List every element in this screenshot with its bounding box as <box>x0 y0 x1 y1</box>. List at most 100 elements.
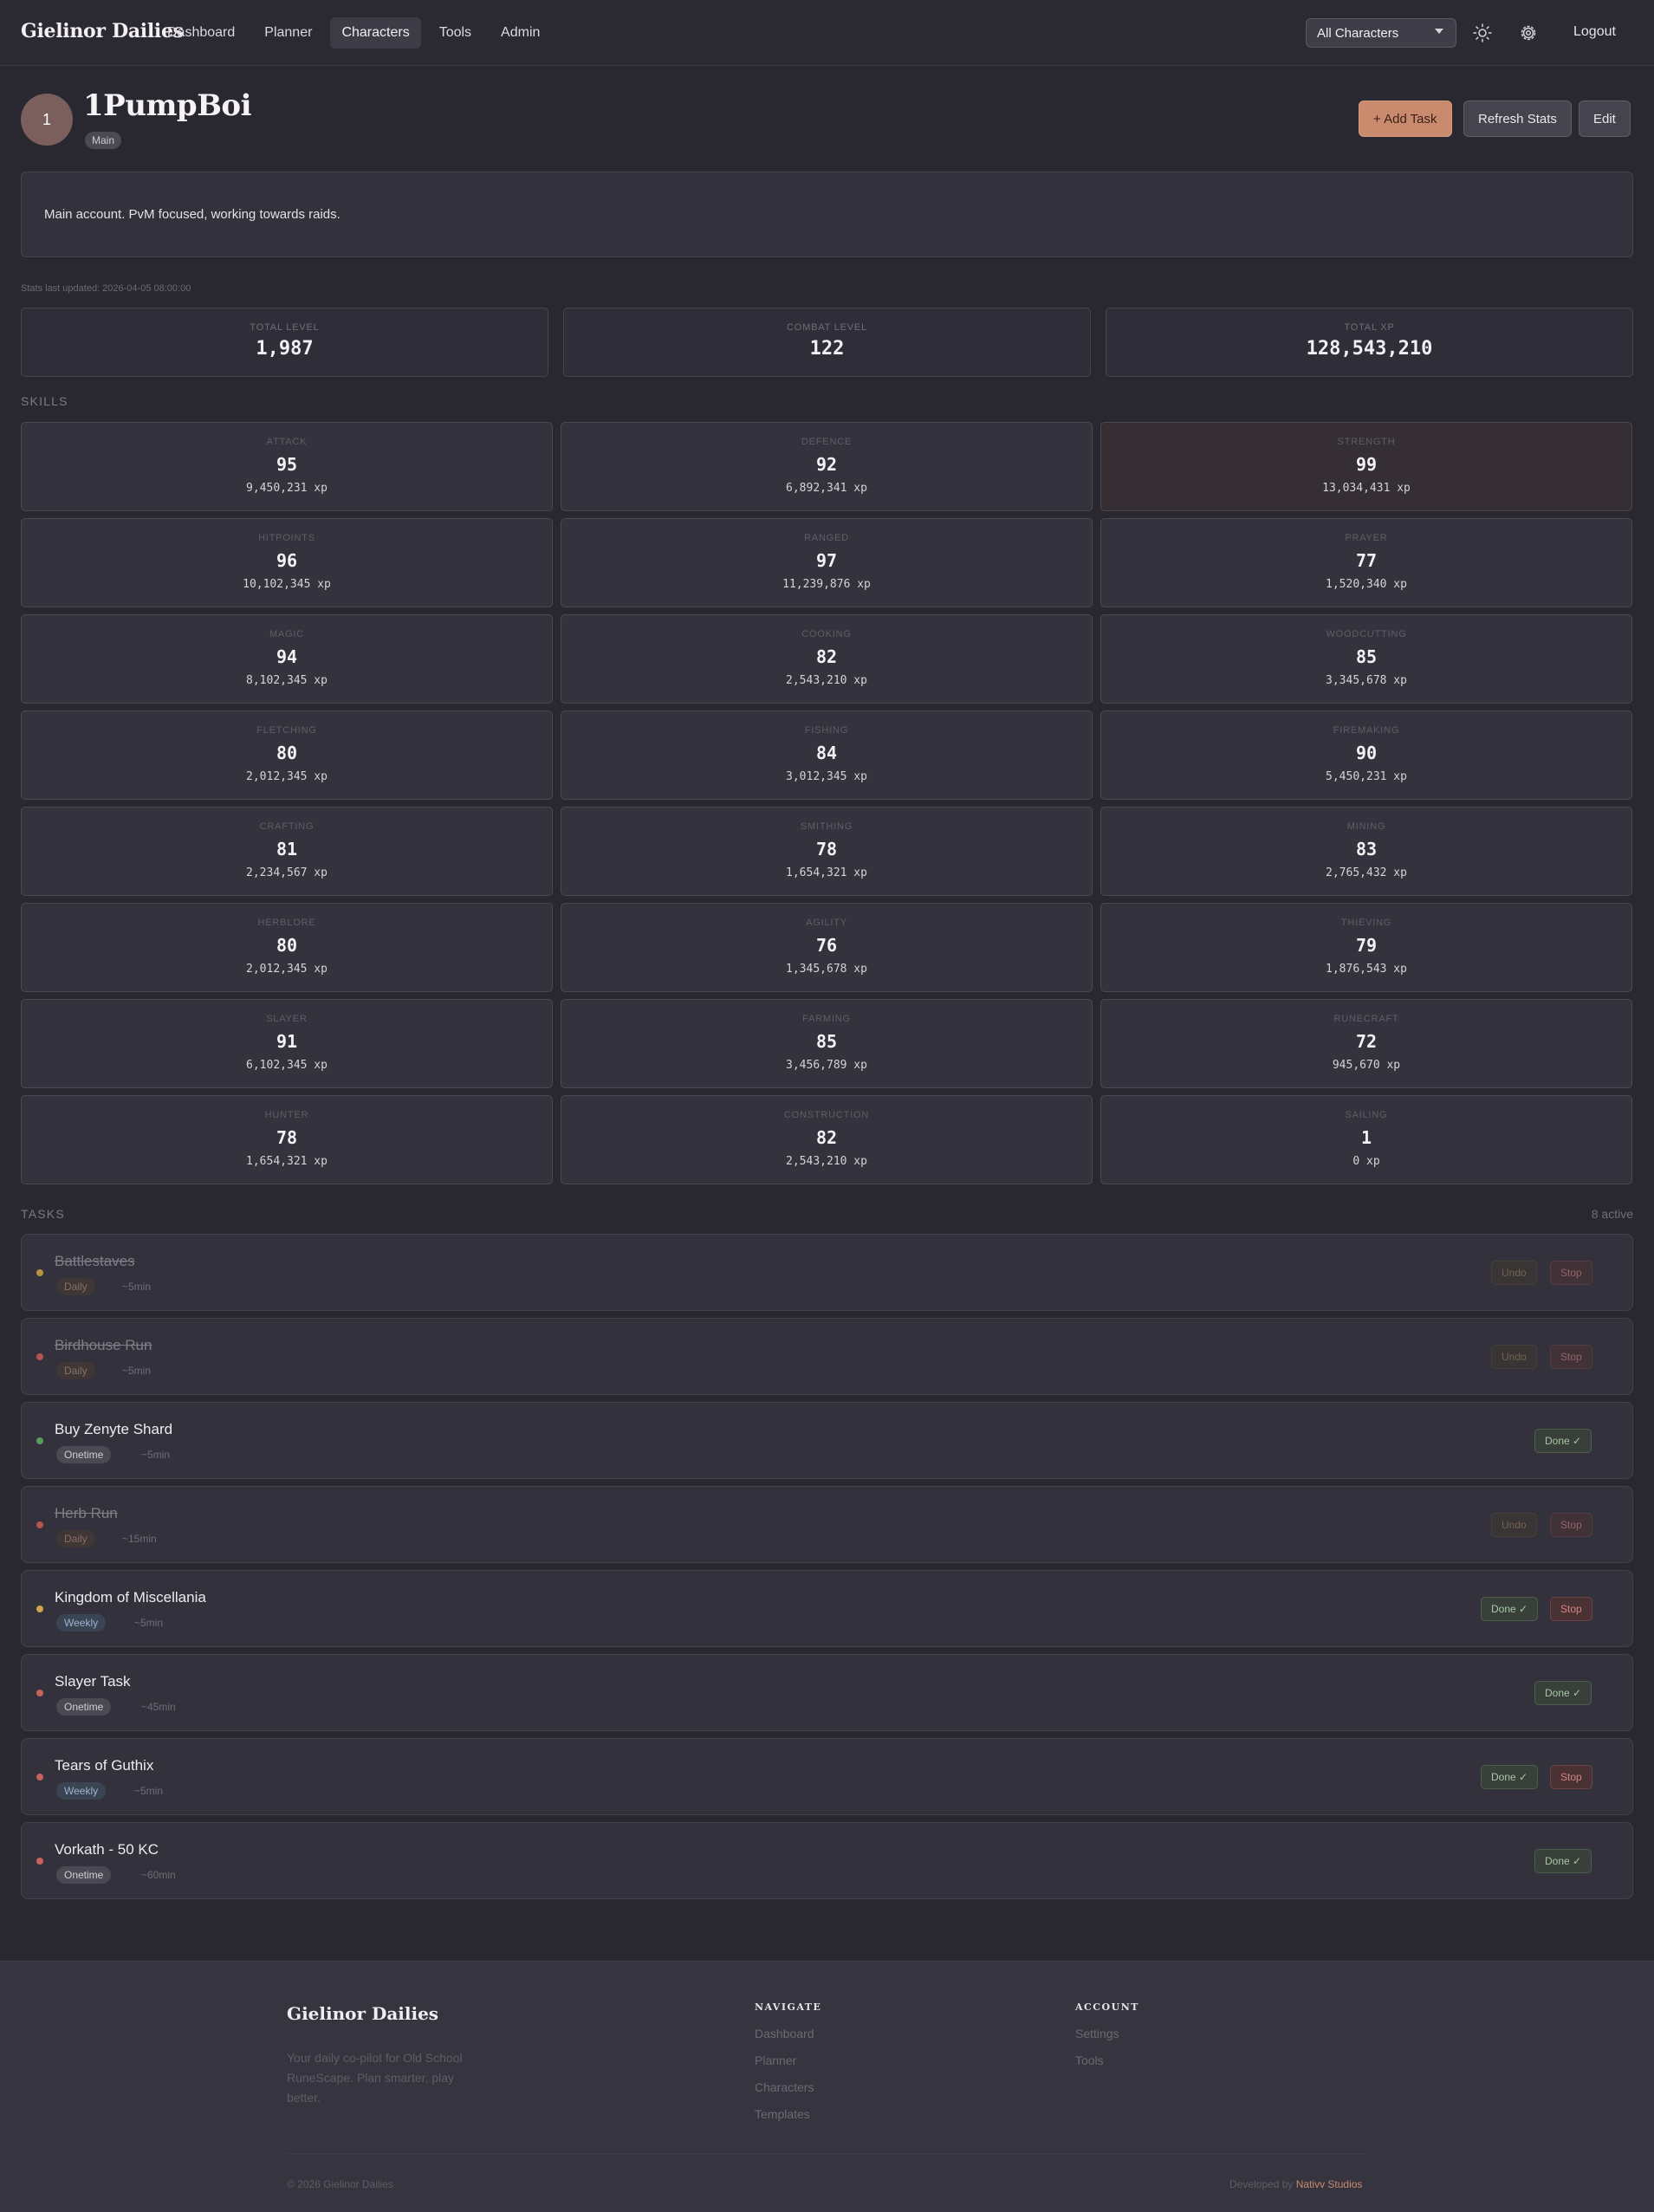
skill-name: HUNTER <box>264 1110 309 1120</box>
task-title[interactable]: Herb Run <box>55 1505 118 1522</box>
stop-button[interactable]: Stop <box>1550 1345 1592 1369</box>
nav-link-dashboard[interactable]: Dashboard <box>156 17 246 49</box>
footer-navigate-title: NAVIGATE <box>755 2001 822 2013</box>
undo-button[interactable]: Undo <box>1491 1261 1537 1285</box>
task-title[interactable]: Slayer Task <box>55 1673 131 1690</box>
character-type-badge: Main <box>85 132 122 149</box>
footer-link-tools[interactable]: Tools <box>1075 2053 1139 2067</box>
skill-card-thieving: THIEVING 79 1,876,543 xp <box>1100 903 1632 992</box>
footer-navigate-column: NAVIGATE Dashboard Planner Characters Te… <box>755 2001 821 2134</box>
stop-button[interactable]: Stop <box>1550 1513 1592 1537</box>
skill-level: 1 <box>1360 1127 1372 1148</box>
nav-link-planner[interactable]: Planner <box>253 17 323 49</box>
undo-button[interactable]: Undo <box>1491 1513 1537 1537</box>
notes-text: Main account. PvM focused, working towar… <box>44 207 341 222</box>
edit-button[interactable]: Edit <box>1579 101 1631 137</box>
task-estimate: ~5min <box>134 1785 164 1797</box>
skill-level: 77 <box>1355 550 1378 571</box>
skill-level: 78 <box>276 1127 298 1148</box>
skill-xp: 13,034,431 xp <box>1322 482 1411 495</box>
theme-toggle-sun-icon[interactable] <box>1470 21 1495 45</box>
stop-button[interactable]: Stop <box>1550 1261 1592 1285</box>
summary-total-level: TOTAL LEVEL 1,987 <box>21 308 548 377</box>
skill-xp: 1,345,678 xp <box>786 963 867 976</box>
done-button[interactable]: Done ✓ <box>1534 1681 1592 1705</box>
add-task-button[interactable]: + Add Task <box>1359 101 1452 137</box>
skill-card-smithing: SMITHING 78 1,654,321 xp <box>561 807 1093 896</box>
task-title[interactable]: Tears of Guthix <box>55 1757 153 1774</box>
skill-card-defence: DEFENCE 92 6,892,341 xp <box>561 422 1093 511</box>
task-row: Buy Zenyte Shard Onetime ~5min Done ✓ <box>21 1402 1633 1479</box>
skill-level: 91 <box>276 1031 298 1052</box>
footer-developer-link[interactable]: Nativv Studios <box>1296 2178 1363 2190</box>
done-button[interactable]: Done ✓ <box>1481 1765 1539 1789</box>
task-frequency-badge: Weekly <box>56 1614 107 1631</box>
nav-link-characters[interactable]: Characters <box>330 17 421 49</box>
footer-account-column: ACCOUNT Settings Tools <box>1075 2001 1139 2080</box>
task-title[interactable]: Vorkath - 50 KC <box>55 1841 159 1858</box>
task-estimate: ~60min <box>141 1869 176 1881</box>
done-button[interactable]: Done ✓ <box>1481 1597 1539 1621</box>
skill-name: DEFENCE <box>801 437 853 447</box>
footer-link-templates[interactable]: Templates <box>755 2107 821 2121</box>
settings-gear-icon[interactable] <box>1516 21 1540 45</box>
footer-link-planner[interactable]: Planner <box>755 2053 821 2067</box>
task-title[interactable]: Buy Zenyte Shard <box>55 1421 172 1438</box>
skill-xp: 3,345,678 xp <box>1326 674 1407 687</box>
task-status-dot <box>36 1353 43 1360</box>
skill-card-slayer: SLAYER 91 6,102,345 xp <box>21 999 553 1088</box>
footer-copyright: © 2026 Gielinor Dailies <box>287 2178 393 2190</box>
skill-level: 90 <box>1355 743 1378 763</box>
task-title[interactable]: Kingdom of Miscellania <box>55 1589 206 1606</box>
footer-link-characters[interactable]: Characters <box>755 2080 821 2094</box>
skill-xp: 2,543,210 xp <box>786 1155 867 1168</box>
skill-level: 76 <box>815 935 838 956</box>
logout-button[interactable]: Logout <box>1573 24 1616 40</box>
skill-level: 85 <box>1355 646 1378 667</box>
skill-xp: 6,102,345 xp <box>246 1059 328 1072</box>
avatar: 1 <box>21 94 73 146</box>
task-estimate: ~5min <box>134 1617 164 1629</box>
footer-link-settings[interactable]: Settings <box>1075 2027 1139 2040</box>
skill-xp: 1,520,340 xp <box>1326 578 1407 591</box>
done-button[interactable]: Done ✓ <box>1534 1429 1592 1453</box>
skill-level: 97 <box>815 550 838 571</box>
skill-xp: 0 xp <box>1352 1155 1380 1168</box>
skill-card-sailing: SAILING 1 0 xp <box>1100 1095 1632 1184</box>
skill-card-prayer: PRAYER 77 1,520,340 xp <box>1100 518 1632 607</box>
stats-updated-text: Stats last updated: 2026-04-05 08:00:00 <box>21 283 191 294</box>
refresh-stats-button[interactable]: Refresh Stats <box>1463 101 1572 137</box>
character-select[interactable]: All Characters <box>1306 18 1456 48</box>
summary-value: 128,543,210 <box>1306 338 1433 360</box>
footer-account-title: ACCOUNT <box>1075 2001 1139 2013</box>
summary-value: 1,987 <box>256 338 314 360</box>
skill-level: 83 <box>1355 839 1378 860</box>
task-frequency-badge: Weekly <box>56 1782 107 1800</box>
skill-card-woodcutting: WOODCUTTING 85 3,345,678 xp <box>1100 614 1632 704</box>
skill-name: THIEVING <box>1340 918 1392 928</box>
stop-button[interactable]: Stop <box>1550 1597 1592 1621</box>
task-title[interactable]: Battlestaves <box>55 1253 135 1270</box>
done-button[interactable]: Done ✓ <box>1534 1849 1592 1873</box>
nav-link-admin[interactable]: Admin <box>490 17 551 49</box>
skill-xp: 8,102,345 xp <box>246 674 328 687</box>
skill-xp: 2,543,210 xp <box>786 674 867 687</box>
skill-card-crafting: CRAFTING 81 2,234,567 xp <box>21 807 553 896</box>
skill-xp: 1,876,543 xp <box>1326 963 1407 976</box>
task-estimate: ~5min <box>122 1365 152 1377</box>
footer-link-dashboard[interactable]: Dashboard <box>755 2027 821 2040</box>
skill-name: COOKING <box>801 629 852 639</box>
nav-link-tools[interactable]: Tools <box>428 17 483 49</box>
skill-xp: 11,239,876 xp <box>782 578 871 591</box>
task-row: Birdhouse Run Daily ~5min Undo Stop <box>21 1318 1633 1395</box>
undo-button[interactable]: Undo <box>1491 1345 1537 1369</box>
skill-name: FISHING <box>804 725 849 736</box>
skill-level: 81 <box>276 839 298 860</box>
skill-name: FARMING <box>802 1014 851 1024</box>
task-status-dot <box>36 1269 43 1276</box>
skill-xp: 2,012,345 xp <box>246 770 328 783</box>
character-notes: Main account. PvM focused, working towar… <box>21 172 1633 257</box>
skill-card-fishing: FISHING 84 3,012,345 xp <box>561 710 1093 800</box>
stop-button[interactable]: Stop <box>1550 1765 1592 1789</box>
task-title[interactable]: Birdhouse Run <box>55 1337 152 1354</box>
